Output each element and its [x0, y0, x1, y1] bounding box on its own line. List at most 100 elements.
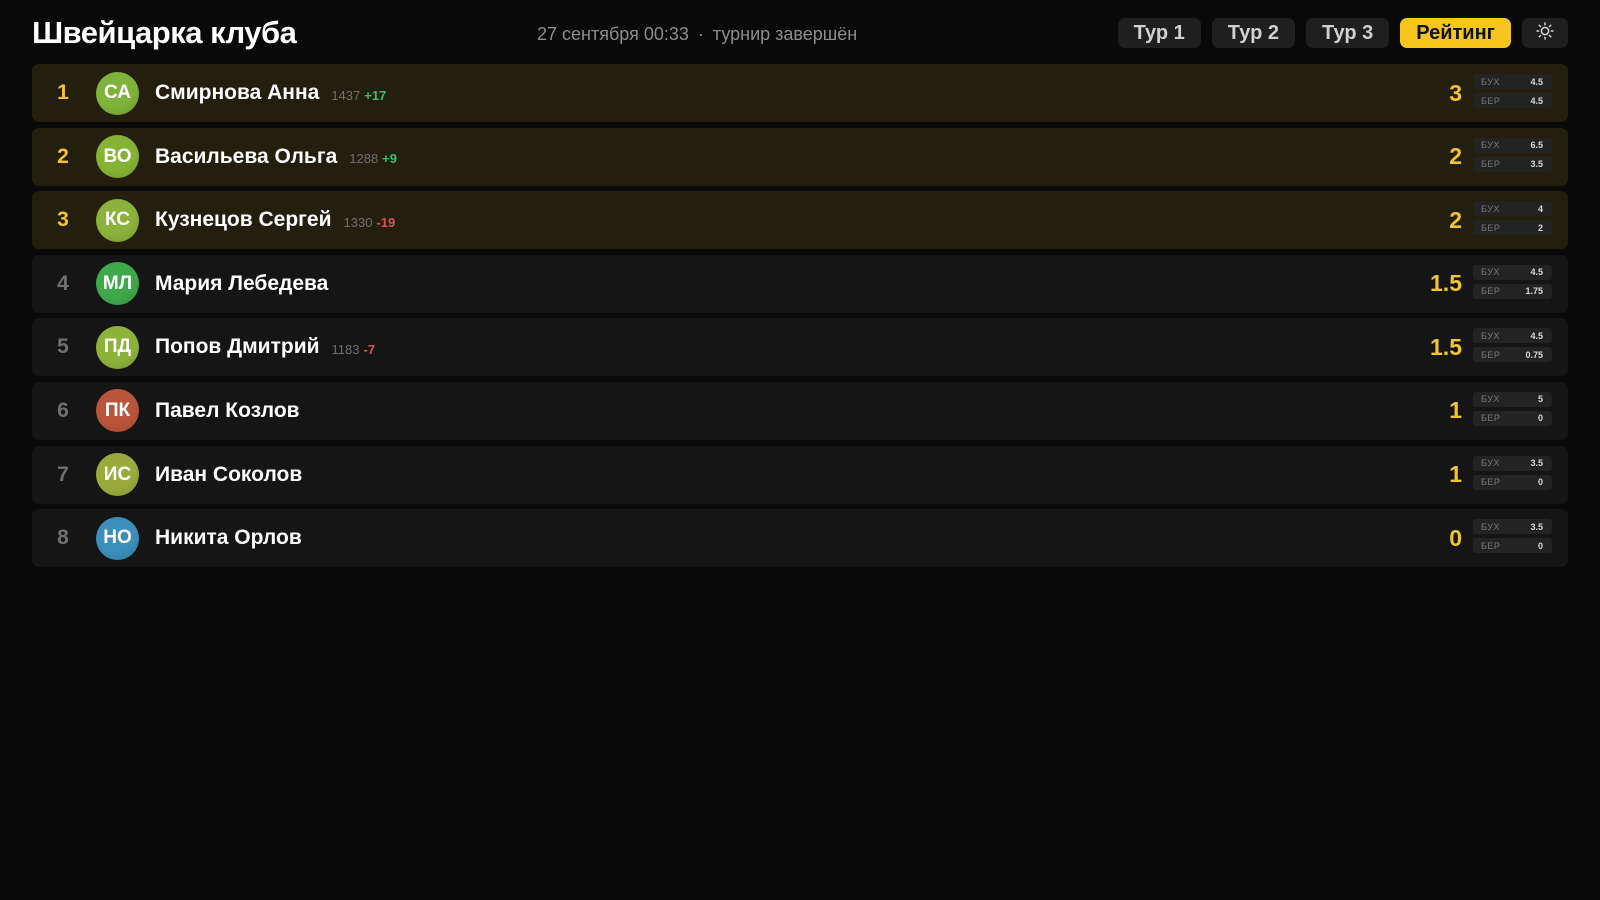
- avatar: НО: [96, 516, 139, 560]
- tiebreak-berger: БЕР 0: [1473, 538, 1552, 554]
- rank-number: 5: [57, 335, 69, 359]
- player-name: Попов Дмитрий: [155, 335, 320, 359]
- player-row[interactable]: 6 ПК Павел Козлов 1 БУХ 5 БЕР 0: [32, 381, 1568, 440]
- round-tabs: Тур 1 Тур 2 Тур 3 Рейтинг: [1117, 18, 1568, 48]
- tiebreak-berger: БЕР 0: [1473, 410, 1552, 426]
- tiebreak-label: БЕР: [1481, 159, 1501, 170]
- avatar: КС: [96, 198, 139, 242]
- rank-number: 6: [57, 398, 69, 422]
- tiebreak-value: 3.5: [1530, 159, 1543, 170]
- player-name: Смирнова Анна: [155, 81, 320, 104]
- tiebreak-buchholz: БУХ 4.5: [1473, 264, 1552, 280]
- tiebreak-label: БЕР: [1481, 540, 1501, 551]
- rating-delta: -19: [376, 214, 396, 230]
- player-name: Мария Лебедева: [155, 271, 329, 295]
- tiebreak-value: 0.75: [1525, 349, 1543, 360]
- tab-round-2[interactable]: Тур 2: [1211, 18, 1296, 48]
- score: 1: [1449, 397, 1462, 424]
- meta-separator: ·: [697, 24, 704, 44]
- tournament-meta: 27 сентября 00:33 · турнир завершён: [537, 24, 857, 45]
- tiebreaks: БУХ 6.5 БЕР 3.5: [1473, 137, 1552, 176]
- tiebreak-label: БЕР: [1481, 95, 1501, 106]
- rank-number: 8: [57, 526, 69, 550]
- score: 3: [1449, 79, 1462, 106]
- tiebreak-berger: БЕР 3.5: [1473, 156, 1552, 172]
- player-row[interactable]: 4 МЛ Мария Лебедева 1.5 БУХ 4.5 БЕР 1.75: [32, 254, 1568, 313]
- player-row[interactable]: 8 НО Никита Орлов 0 БУХ 3.5 БЕР 0: [32, 509, 1568, 568]
- tiebreak-buchholz: БУХ 4: [1473, 201, 1552, 217]
- avatar: ПД: [96, 325, 139, 369]
- tiebreak-label: БУХ: [1481, 458, 1500, 469]
- tiebreak-label: БУХ: [1481, 394, 1500, 405]
- tiebreak-value: 0: [1537, 540, 1543, 551]
- avatar: СА: [96, 71, 139, 115]
- score: 1: [1449, 461, 1462, 488]
- avatar: ПК: [96, 389, 139, 433]
- rank-number: 1: [57, 81, 69, 104]
- rating-delta: +17: [364, 87, 387, 103]
- rank-number: 3: [57, 208, 69, 232]
- tiebreak-buchholz: БУХ 6.5: [1473, 137, 1552, 153]
- tiebreak-value: 4.5: [1530, 330, 1543, 341]
- tiebreak-value: 5: [1537, 394, 1543, 405]
- rating-delta: -7: [363, 341, 376, 357]
- player-name: Никита Орлов: [155, 526, 302, 550]
- tiebreak-label: БЕР: [1481, 477, 1501, 488]
- player-name: Иван Соколов: [155, 462, 303, 486]
- tiebreak-label: БЕР: [1481, 286, 1501, 297]
- rank-number: 2: [57, 144, 69, 168]
- tiebreak-value: 3.5: [1530, 458, 1543, 469]
- tiebreaks: БУХ 4 БЕР 2: [1473, 201, 1552, 239]
- player-row[interactable]: 2 ВО Васильева Ольга 1288 +9 2 БУХ 6.5 БЕР 3.5: [32, 127, 1568, 186]
- tiebreak-buchholz: БУХ 3.5: [1473, 519, 1552, 535]
- rank-number: 4: [57, 271, 69, 295]
- tiebreak-buchholz: БУХ 3.5: [1473, 455, 1552, 471]
- score: 1.5: [1430, 270, 1462, 297]
- theme-toggle-button[interactable]: [1522, 18, 1568, 48]
- tiebreak-berger: БЕР 1.75: [1473, 283, 1552, 299]
- tournament-status: турнир завершён: [712, 24, 858, 44]
- tiebreak-buchholz: БУХ 5: [1473, 391, 1552, 407]
- player-name: Кузнецов Сергей: [155, 208, 332, 232]
- tiebreaks: БУХ 4.5 БЕР 0.75: [1473, 328, 1552, 366]
- tiebreaks: БУХ 4.5 БЕР 4.5: [1473, 74, 1552, 112]
- tiebreak-value: 4.5: [1530, 95, 1543, 106]
- tiebreaks: БУХ 4.5 БЕР 1.75: [1473, 264, 1552, 303]
- tiebreaks: БУХ 3.5 БЕР 0: [1473, 519, 1552, 557]
- score: 1.5: [1430, 333, 1462, 360]
- tiebreak-label: БУХ: [1481, 267, 1500, 278]
- avatar: ВО: [96, 135, 139, 179]
- player-row[interactable]: 7 ИС Иван Соколов 1 БУХ 3.5 БЕР 0: [32, 445, 1568, 504]
- player-row[interactable]: 3 КС Кузнецов Сергей 1330 -19 2 БУХ 4 БЕР 2: [32, 191, 1568, 250]
- tiebreak-label: БЕР: [1481, 413, 1501, 424]
- sun-icon: [1536, 21, 1554, 45]
- tiebreak-berger: БЕР 0.75: [1473, 347, 1552, 363]
- tiebreak-label: БУХ: [1481, 521, 1500, 532]
- tiebreaks: БУХ 5 БЕР 0: [1473, 391, 1552, 430]
- avatar: ИС: [96, 453, 139, 497]
- page-title: Швейцарка клуба: [32, 15, 297, 50]
- score: 2: [1449, 206, 1462, 233]
- player-row[interactable]: 1 СА Смирнова Анна 1437 +17 3 БУХ 4.5 БЕР 4.5: [32, 64, 1568, 122]
- tiebreak-value: 1.75: [1525, 286, 1543, 297]
- rank-number: 7: [57, 462, 69, 486]
- player-rating: 1288: [349, 151, 379, 167]
- tab-round-3[interactable]: Тур 3: [1306, 18, 1390, 48]
- tiebreak-label: БУХ: [1481, 76, 1500, 87]
- player-name: Васильева Ольга: [155, 144, 338, 168]
- tiebreak-label: БЕР: [1481, 349, 1501, 360]
- tournament-date: 27 сентября 00:33: [537, 24, 689, 44]
- tiebreak-buchholz: БУХ 4.5: [1473, 328, 1552, 344]
- avatar: МЛ: [96, 262, 139, 306]
- standings-list: 1 СА Смирнова Анна 1 4 3 7 +17 3 БУХ 4.5 БЕР 4.5 2 ВО В…: [32, 64, 1568, 573]
- tiebreak-berger: БЕР 2: [1473, 220, 1552, 236]
- player-row[interactable]: 5 ПД Попов Дмитрий 1183 -7 1.5 БУХ 4.5 БЕР 0.75: [32, 318, 1568, 377]
- player-rating: 1330: [343, 214, 373, 230]
- tab-round-1[interactable]: Тур 1: [1117, 18, 1201, 48]
- tiebreak-value: 4.5: [1530, 267, 1543, 278]
- player-name: Павел Козлов: [155, 398, 300, 422]
- tiebreak-value: 0: [1537, 477, 1543, 488]
- tab-rating[interactable]: Рейтинг: [1400, 18, 1511, 48]
- score: 0: [1449, 524, 1462, 551]
- tiebreak-label: БУХ: [1481, 203, 1500, 214]
